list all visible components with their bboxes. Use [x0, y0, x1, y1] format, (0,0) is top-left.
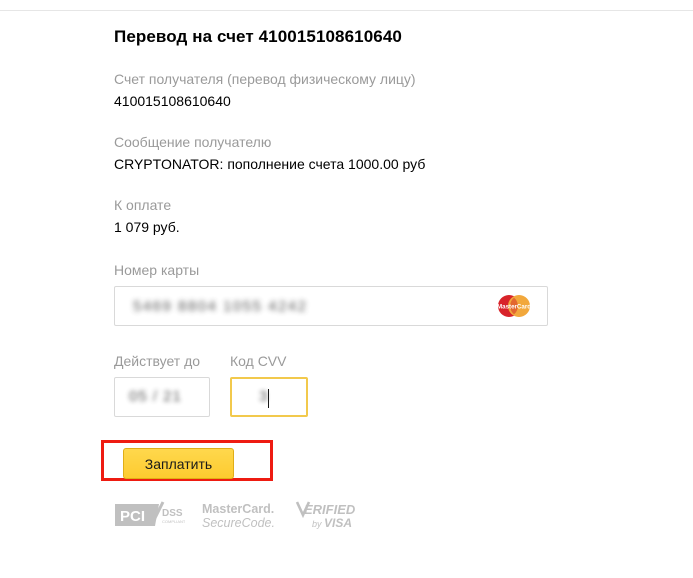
expiry-label: Действует до: [114, 353, 201, 369]
svg-text:COMPLIANT: COMPLIANT: [162, 519, 185, 524]
message-block: Сообщение получателю CRYPTONATOR: пополн…: [114, 133, 554, 174]
recipient-account-block: Счет получателя (перевод физическому лиц…: [114, 70, 554, 111]
cvv-block: Код CVV 3: [230, 352, 308, 417]
card-number-block: Номер карты 5469 8804 1055 4242 MasterCa…: [114, 261, 554, 326]
amount-due-label: К оплате: [114, 197, 172, 213]
card-number-input[interactable]: 5469 8804 1055 4242 MasterCard: [114, 286, 548, 326]
expiry-cvv-row: Действует до 05 / 21 Код CVV 3: [114, 352, 554, 417]
svg-text:ERIFIED: ERIFIED: [304, 502, 356, 517]
pci-dss-badge: PCI DSS COMPLIANT: [115, 501, 185, 527]
svg-text:MasterCard: MasterCard: [497, 303, 531, 310]
svg-text:DSS: DSS: [162, 508, 183, 519]
message-value: CRYPTONATOR: пополнение счета 1000.00 ру…: [114, 156, 426, 172]
mastercard-securecode-badge: MasterCard. SecureCode.: [202, 502, 275, 530]
pay-button[interactable]: Заплатить: [123, 448, 234, 479]
pay-button-highlight: Заплатить: [101, 440, 273, 481]
cvv-value: 3: [259, 388, 268, 405]
message-label: Сообщение получателю: [114, 134, 272, 150]
svg-text:PCI: PCI: [120, 508, 145, 525]
expiry-value: 05 / 21: [129, 388, 182, 405]
card-number-label: Номер карты: [114, 262, 200, 278]
recipient-account-label: Счет получателя (перевод физическому лиц…: [114, 71, 416, 87]
cvv-input[interactable]: 3: [230, 377, 308, 417]
recipient-account-value: 410015108610640: [114, 93, 231, 109]
amount-due-block: К оплате 1 079 руб.: [114, 196, 554, 237]
amount-due-value: 1 079 руб.: [114, 219, 180, 235]
security-badges: PCI DSS COMPLIANT MasterCard. SecureCode…: [113, 499, 361, 531]
verified-by-visa-badge: ERIFIED by VISA: [295, 501, 356, 530]
svg-text:by: by: [312, 519, 322, 529]
expiry-input[interactable]: 05 / 21: [114, 377, 210, 417]
mastercard-icon: MasterCard: [497, 295, 531, 317]
payment-form: Перевод на счет 410015108610640 Счет пол…: [114, 26, 554, 417]
card-number-value: 5469 8804 1055 4242: [133, 298, 308, 315]
expiry-block: Действует до 05 / 21: [114, 352, 210, 417]
text-caret: [268, 389, 269, 408]
cvv-label: Код CVV: [230, 353, 287, 369]
top-divider: [0, 10, 693, 11]
svg-text:VISA: VISA: [324, 516, 352, 530]
page-title: Перевод на счет 410015108610640: [114, 27, 402, 46]
svg-text:MasterCard.: MasterCard.: [202, 502, 274, 516]
svg-text:SecureCode.: SecureCode.: [202, 516, 275, 530]
